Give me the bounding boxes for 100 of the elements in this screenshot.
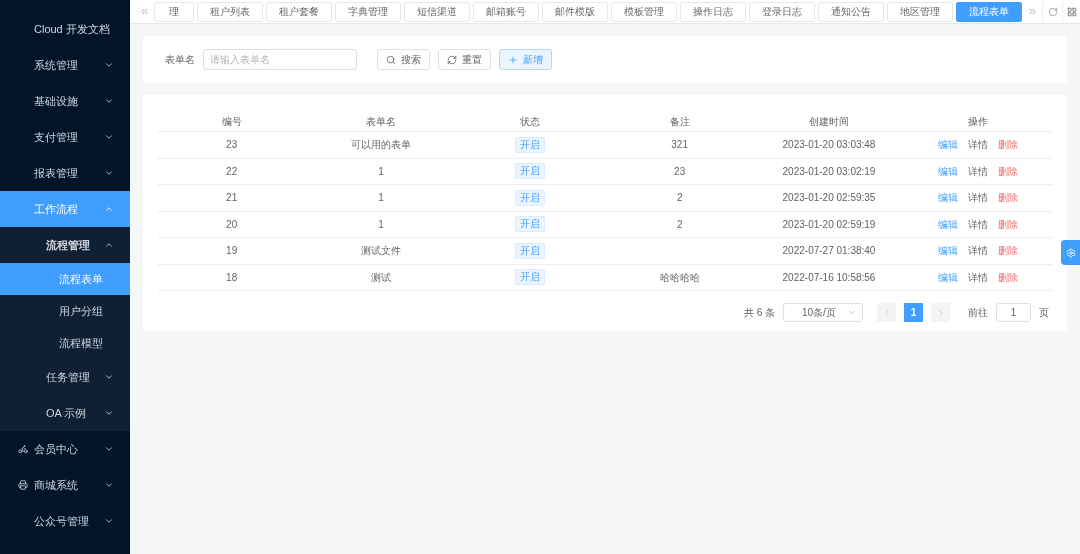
table-cell-text: 321	[670, 138, 689, 153]
chevron-down-icon	[104, 480, 114, 490]
table-cell-text: 23	[673, 164, 687, 179]
previous-page-button[interactable]	[877, 303, 896, 322]
status-tag: 开启	[515, 269, 546, 286]
sidebar-menu[interactable]: 基础设施	[0, 83, 130, 119]
sidebar-menu[interactable]: 公众号管理	[0, 503, 130, 539]
page-size-select[interactable]: 10条/页	[783, 303, 863, 322]
printer-icon	[18, 480, 28, 490]
page-number-field[interactable]: 1	[996, 303, 1031, 322]
table-cell-text: 2023-01-20 02:59:19	[781, 217, 877, 232]
table-cell-text: 2023-01-20 03:02:19	[781, 164, 877, 179]
column-header: 状态	[519, 114, 542, 129]
bicycle-icon	[18, 444, 28, 454]
next-page-button[interactable]	[931, 303, 950, 322]
chevron-down-icon	[104, 408, 114, 418]
sidebar-menu[interactable]: 任务管理	[0, 359, 130, 395]
sidebar-item[interactable]: Cloud 开发文档	[0, 11, 130, 47]
total-count: 共 6 条	[743, 306, 775, 320]
sidebar-item[interactable]: 用户分组	[0, 295, 130, 327]
sidebar-menu[interactable]: 支付管理	[0, 119, 130, 155]
info-link[interactable]: 详情	[968, 269, 989, 285]
tab[interactable]: 邮件模版	[542, 1, 608, 22]
reset-icon	[447, 54, 457, 65]
sidebar-menu[interactable]: 报表管理	[0, 155, 130, 191]
chevron-up-icon	[104, 204, 114, 214]
column-header: 编号	[220, 114, 243, 129]
table-cell-text: 21	[225, 191, 239, 206]
table-cell-text: 2023-01-20 02:59:35	[781, 191, 877, 206]
sidebar-menu[interactable]: 会员中心	[0, 431, 130, 467]
table-cell-text: 哈哈哈哈	[658, 270, 701, 285]
tab[interactable]: 模板管理	[611, 1, 677, 22]
table-cell-text: 测试	[370, 270, 392, 285]
table-cell-text: 22	[225, 164, 239, 179]
table-cell-text: 2022-07-16 10:58:56	[781, 270, 877, 285]
info-link[interactable]: 详情	[968, 216, 989, 232]
table-cell-text: 可以用的表单	[350, 138, 412, 153]
column-header: 备注	[668, 114, 691, 129]
table-cell-text: 1	[377, 191, 385, 206]
chevron-down-icon	[104, 516, 114, 526]
info-link[interactable]: 详情	[968, 163, 989, 179]
tab[interactable]: 邮箱账号	[473, 1, 539, 22]
table-cell-text: 2022-07-27 01:38:40	[781, 244, 877, 259]
status-tag: 开启	[515, 163, 546, 180]
add-icon	[508, 54, 518, 65]
tab[interactable]: 通知公告	[818, 1, 884, 22]
tab[interactable]: 登录日志	[749, 1, 815, 22]
chevron-down-icon	[104, 132, 114, 142]
search-button[interactable]: 搜索	[377, 49, 430, 70]
search-icon	[386, 54, 396, 65]
info-link[interactable]: 详情	[968, 243, 989, 259]
refresh-icon	[1047, 6, 1058, 17]
column-header: 创建时间	[808, 114, 850, 129]
grid-icon	[1066, 6, 1077, 17]
table-cell-text: 测试文件	[360, 244, 402, 259]
double-chevron-left-icon	[138, 6, 150, 17]
settings-button[interactable]	[1061, 240, 1080, 265]
chevron-down-icon	[104, 60, 114, 70]
table-cell-text: 2023-01-20 03:03:48	[781, 138, 877, 153]
table-cell-text: 1	[377, 164, 385, 179]
gear-icon	[1065, 247, 1076, 258]
sidebar-item[interactable]: 流程模型	[0, 327, 130, 359]
tab[interactable]: 理	[154, 1, 194, 22]
chevron-down-icon	[104, 444, 114, 454]
status-tag: 开启	[515, 136, 546, 153]
info-link[interactable]: 详情	[968, 137, 989, 153]
status-tag: 开启	[515, 216, 546, 233]
column-header: 表单名	[365, 114, 397, 129]
table-cell-text: 18	[225, 270, 239, 285]
table-cell-text: 20	[225, 217, 239, 232]
table-cell-text: 2	[675, 191, 684, 206]
form-name-field[interactable]: 请输入表单名	[203, 49, 357, 70]
tab[interactable]: 字典管理	[335, 1, 401, 22]
double-chevron-right-icon	[1026, 6, 1038, 17]
field-label: 表单名	[165, 53, 195, 67]
tab[interactable]: 操作日志	[680, 1, 746, 22]
chevron-up-icon	[104, 240, 114, 250]
chevron-down-icon	[104, 96, 114, 106]
tab[interactable]: 租户列表	[197, 1, 263, 22]
sidebar-menu[interactable]: OA 示例	[0, 395, 130, 431]
chevron-down-icon	[104, 168, 114, 178]
sidebar-menu[interactable]: 系统管理	[0, 47, 130, 83]
table-cell-text: 2	[675, 217, 684, 232]
table-cell-text: 19	[225, 244, 239, 259]
column-header: 操作	[967, 114, 990, 129]
status-tag: 开启	[515, 189, 546, 206]
tab[interactable]: 租户套餐	[266, 1, 332, 22]
chevron-down-icon	[847, 308, 856, 317]
tab[interactable]: 短信渠道	[404, 1, 470, 22]
table-cell-text: 1	[377, 217, 385, 232]
page-suffix: 页	[1039, 306, 1049, 320]
sidebar-menu[interactable]: 流程管理	[0, 227, 130, 263]
sidebar-menu[interactable]: 商城系统	[0, 467, 130, 503]
reset-button[interactable]: 重置	[438, 49, 491, 70]
goto-label: 前往	[968, 306, 988, 320]
info-link[interactable]: 详情	[968, 190, 989, 206]
tab[interactable]: 地区管理	[887, 1, 953, 22]
status-tag: 开启	[515, 242, 546, 259]
table-cell-text: 23	[225, 138, 239, 153]
chevron-down-icon	[104, 372, 114, 382]
